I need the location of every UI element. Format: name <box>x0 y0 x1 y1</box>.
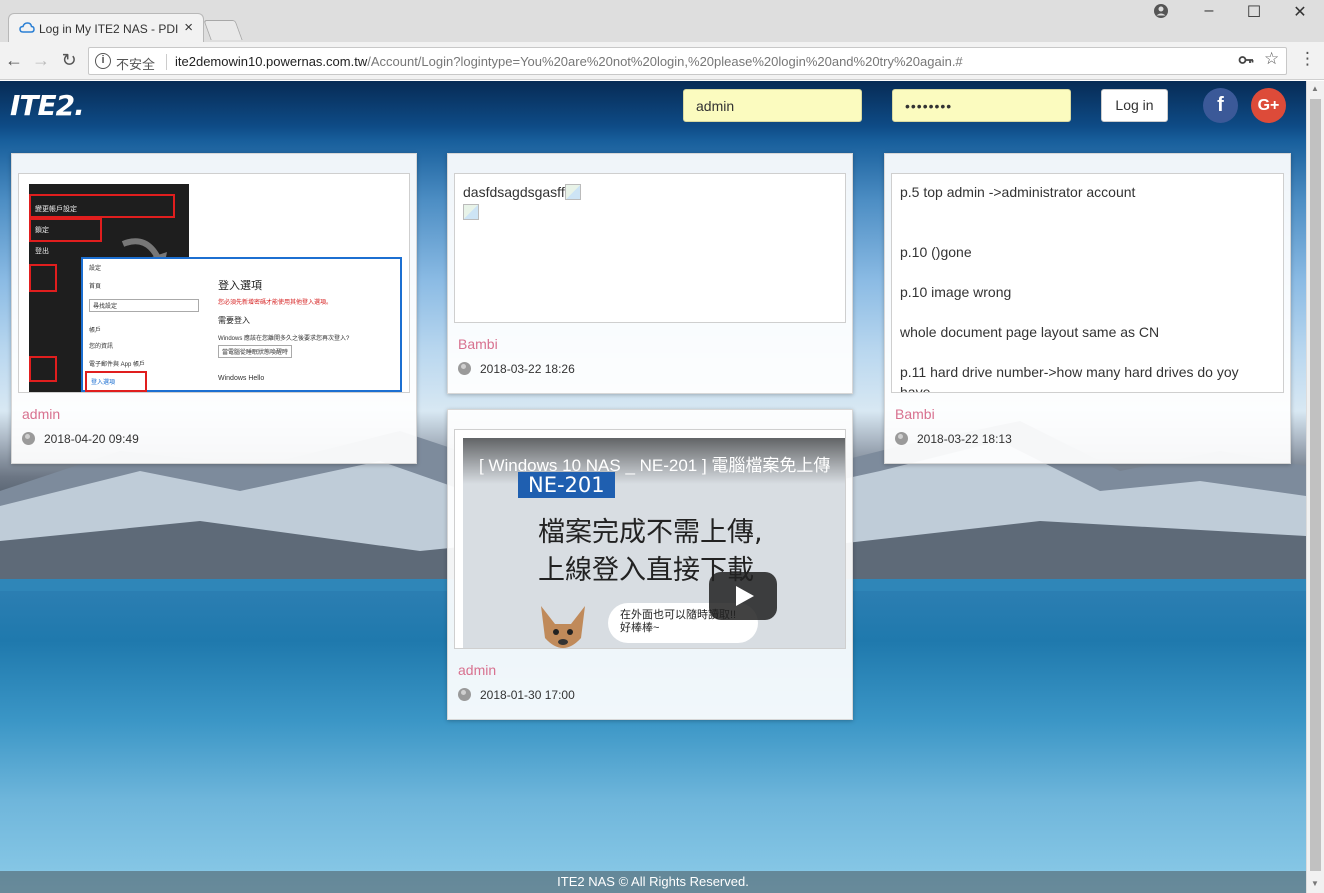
post-card[interactable]: [ Windows 10 NAS _ NE-201 ] 電腦檔案免上傳 NE-2… <box>447 409 853 720</box>
note-line: p.11 hard drive number->how many hard dr… <box>900 364 1239 380</box>
post-date: 2018-04-20 09:49 <box>22 432 139 446</box>
post-card[interactable]: dasfdsagdsgasff Bambi 2018-03-22 18:26 <box>447 153 853 394</box>
note-line: whole document page layout same as CN <box>900 324 1160 340</box>
google-plus-icon[interactable]: G+ <box>1251 88 1286 123</box>
video-tag: NE-201 <box>518 472 615 498</box>
browser-menu-icon[interactable]: ⋮ <box>1299 49 1316 69</box>
browser-toolbar: ← → ↻ i 不安全 ite2demowin10.powernas.com.t… <box>0 42 1324 80</box>
broken-image-icon <box>463 204 479 220</box>
scroll-down-icon[interactable]: ▼ <box>1311 879 1319 888</box>
play-icon[interactable] <box>709 572 777 620</box>
password-input[interactable] <box>892 89 1071 122</box>
globe-icon <box>458 362 471 375</box>
dialog-caption: 設定 <box>89 266 102 272</box>
address-bar[interactable]: i 不安全 ite2demowin10.powernas.com.tw/Acco… <box>88 47 1287 75</box>
dialog-subtitle: 需要登入 <box>218 316 250 325</box>
forward-icon[interactable]: → <box>31 50 51 70</box>
date-text: 2018-04-20 09:49 <box>44 432 139 446</box>
post-date: 2018-01-30 17:00 <box>458 688 575 702</box>
post-author[interactable]: admin <box>22 406 60 422</box>
post-content[interactable]: dasfdsagdsgasff <box>454 173 846 323</box>
settings-dialog: 設定 首頁 尋找設定 帳戶 您的資訊 電子郵件與 App 帳戶 登入選項 登入選… <box>81 257 402 392</box>
date-text: 2018-03-22 18:13 <box>917 432 1012 446</box>
site-header: ITE2. Log in f G+ <box>0 81 1306 131</box>
date-text: 2018-03-22 18:26 <box>480 362 575 376</box>
screenshot-thumbnail: 變更帳戶設定 鎖定 登出 設定 首頁 尋找設定 帳戶 您的資訊 電子郵件與 Ap… <box>29 184 402 392</box>
post-date: 2018-03-22 18:13 <box>895 432 1012 446</box>
tab-close-icon[interactable]: × <box>184 19 193 36</box>
scrollbar[interactable]: ▲ ▼ <box>1306 81 1324 893</box>
bookmark-star-icon[interactable]: ☆ <box>1264 49 1279 69</box>
nav-text: 電子郵件與 App 帳戶 <box>89 362 146 368</box>
back-icon[interactable]: ← <box>4 50 24 70</box>
post-date: 2018-03-22 18:26 <box>458 362 575 376</box>
dog-illustration-icon <box>541 606 585 648</box>
page-background: ITE2. Log in f G+ 變更帳戶設定 鎖定 登出 <box>0 81 1306 893</box>
profile-icon[interactable] <box>1152 2 1170 20</box>
highlight-box <box>85 371 147 392</box>
facebook-icon[interactable]: f <box>1203 88 1238 123</box>
minimize-icon[interactable]: – <box>1186 2 1232 20</box>
dialog-text: 當電腦從睡眠狀態喚醒時 <box>218 345 293 358</box>
post-image[interactable]: 變更帳戶設定 鎖定 登出 設定 首頁 尋找設定 帳戶 您的資訊 電子郵件與 Ap… <box>18 173 410 393</box>
browser-tab[interactable]: Log in My ITE2 NAS - PDI × <box>8 13 204 42</box>
note-line: have <box>900 384 931 393</box>
divider <box>166 54 167 70</box>
site-footer: ITE2 NAS © All Rights Reserved. <box>0 871 1306 893</box>
post-text: dasfdsagdsgasff <box>463 184 581 220</box>
post-content[interactable]: p.5 top admin ->administrator account p.… <box>891 173 1284 393</box>
nav-text: 您的資訊 <box>89 344 114 350</box>
nav-text: 尋找設定 <box>89 299 199 312</box>
post-author[interactable]: Bambi <box>458 336 498 352</box>
post-card[interactable]: p.5 top admin ->administrator account p.… <box>884 153 1291 464</box>
browser-tab-strip: Log in My ITE2 NAS - PDI × – ☐ ✕ <box>0 0 1324 42</box>
site-logo[interactable]: ITE2. <box>10 89 85 122</box>
broken-image-icon <box>564 184 581 200</box>
key-icon[interactable] <box>1238 52 1254 68</box>
nav-text: 帳戶 <box>89 328 102 334</box>
highlight-box <box>29 194 175 218</box>
username-input[interactable] <box>683 89 862 122</box>
highlight-box <box>29 218 102 242</box>
post-author[interactable]: admin <box>458 662 496 678</box>
post-video-frame[interactable]: [ Windows 10 NAS _ NE-201 ] 電腦檔案免上傳 NE-2… <box>454 429 846 649</box>
maximize-icon[interactable]: ☐ <box>1231 2 1277 22</box>
scrollbar-thumb[interactable] <box>1310 99 1321 871</box>
cloud-icon <box>19 22 35 33</box>
tab-title: Log in My ITE2 NAS - PDI <box>39 22 179 36</box>
post-author[interactable]: Bambi <box>895 406 935 422</box>
highlight-box <box>29 356 57 382</box>
dialog-title: 登入選項 <box>218 280 262 292</box>
dialog-text: Windows Hello <box>218 375 265 382</box>
reload-icon[interactable]: ↻ <box>59 50 79 70</box>
video-caption: 檔案完成不需上傳, <box>538 517 763 548</box>
globe-icon <box>22 432 35 445</box>
dialog-text: Windows 應該在您離開多久之後要求您再次登入? <box>218 336 350 342</box>
post-card[interactable]: 變更帳戶設定 鎖定 登出 設定 首頁 尋找設定 帳戶 您的資訊 電子郵件與 Ap… <box>11 153 417 464</box>
note-line: p.5 top admin ->administrator account <box>900 184 1136 200</box>
scroll-up-icon[interactable]: ▲ <box>1311 84 1319 93</box>
note-line: p.10 image wrong <box>900 284 1012 300</box>
dialog-warning: 您必須先新增密碼才能使用其他登入選項。 <box>218 300 333 306</box>
login-button[interactable]: Log in <box>1101 89 1168 122</box>
globe-icon <box>458 688 471 701</box>
note-line: p.10 ()gone <box>900 244 972 260</box>
video-player[interactable]: [ Windows 10 NAS _ NE-201 ] 電腦檔案免上傳 NE-2… <box>463 438 845 648</box>
highlight-box <box>29 264 57 292</box>
date-text: 2018-01-30 17:00 <box>480 688 575 702</box>
menu-text: 登出 <box>35 248 49 255</box>
close-window-icon[interactable]: ✕ <box>1277 2 1323 22</box>
globe-icon <box>895 432 908 445</box>
url-text[interactable]: ite2demowin10.powernas.com.tw/Account/Lo… <box>175 54 963 69</box>
security-label[interactable]: 不安全 <box>116 54 155 73</box>
new-tab-button[interactable] <box>203 20 243 40</box>
info-icon[interactable]: i <box>95 53 111 69</box>
nav-text: 首頁 <box>89 284 102 290</box>
